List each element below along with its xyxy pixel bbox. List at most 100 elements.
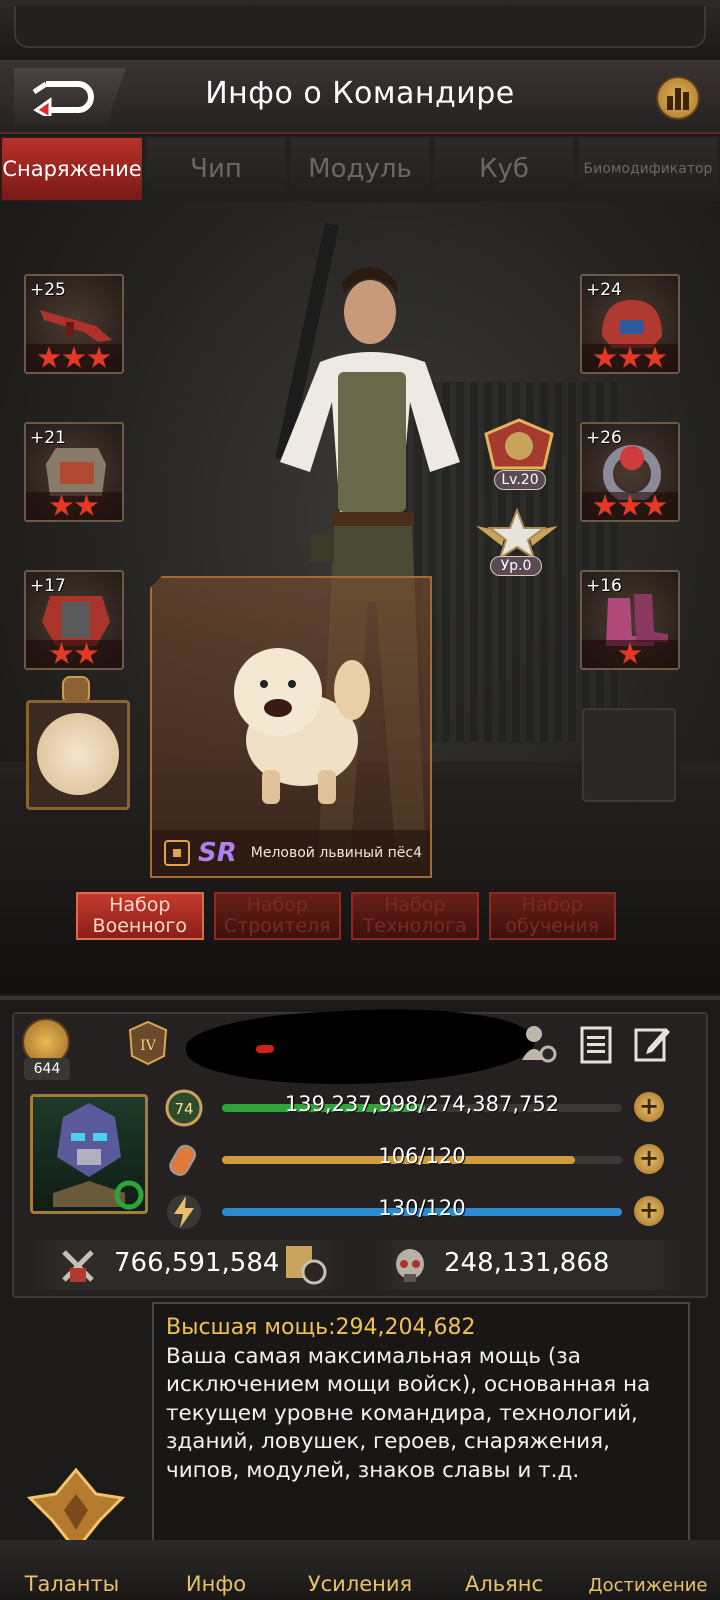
pet-info-row: SR Меловой львиный пёс4 xyxy=(152,830,430,876)
nav-alliance[interactable]: Альянс xyxy=(432,1572,576,1596)
energy-text: 130/120 xyxy=(378,1196,466,1220)
nav-info[interactable]: Инфо xyxy=(144,1572,288,1596)
kills-display: 248,131,868 xyxy=(370,1240,686,1290)
add-stamina-button[interactable]: + xyxy=(634,1144,664,1174)
experience-text: 139,237,998/274,387,752 xyxy=(284,1092,560,1116)
skull-mask-icon xyxy=(396,1249,424,1282)
star-icon xyxy=(87,346,111,368)
equipment-set-selector: Набор Военного Набор Строителя Набор Тех… xyxy=(76,892,616,942)
crossed-swords-icon xyxy=(62,1250,94,1282)
rank-shield-icon: IV xyxy=(128,1020,168,1066)
tab-cube[interactable]: Куб xyxy=(434,138,574,200)
star-icon xyxy=(593,494,617,516)
stamina-bar: 106/120 + xyxy=(160,1140,670,1180)
energy-lightning-icon xyxy=(167,1195,201,1229)
gear-level: +24 xyxy=(586,280,622,300)
add-energy-button[interactable]: + xyxy=(634,1196,664,1226)
star-icon xyxy=(74,642,99,664)
energy-bar: 130/120 + xyxy=(160,1192,670,1232)
edit-icon[interactable] xyxy=(632,1024,672,1064)
rifle-icon xyxy=(40,310,112,342)
tab-bar: Снаряжение Чип Модуль Куб Биомодификатор xyxy=(0,136,720,202)
gear-slot-helmet[interactable]: +24 xyxy=(580,274,680,374)
profile-settings-icon[interactable] xyxy=(520,1024,560,1064)
header-bar: Инфо о Командире xyxy=(0,62,720,134)
star-rating xyxy=(26,492,122,520)
pet-slot[interactable] xyxy=(26,700,130,810)
top-frame xyxy=(0,0,720,62)
gear-slot-body-armor[interactable]: +17 xyxy=(24,570,124,670)
tab-equipment[interactable]: Снаряжение xyxy=(2,138,142,200)
expand-icon[interactable] xyxy=(164,840,190,866)
power-details-icon[interactable] xyxy=(282,1242,328,1286)
star-icon xyxy=(593,346,617,368)
gear-level: +21 xyxy=(30,428,66,448)
chow-chow-dog-image xyxy=(234,648,370,804)
rank-level-badge[interactable]: Ур.0 xyxy=(472,506,562,582)
chow-chow-portrait xyxy=(37,713,119,795)
experience-bar: 74 139,237,998/274,387,752 + xyxy=(160,1088,670,1128)
stamina-text: 106/120 xyxy=(378,1144,466,1168)
star-icon xyxy=(643,346,667,368)
star-icon xyxy=(618,346,642,368)
back-arrow-icon xyxy=(32,81,94,116)
gear-slot-weapon[interactable]: +25 xyxy=(24,274,124,374)
star-icon xyxy=(49,642,74,664)
back-button[interactable] xyxy=(14,68,126,126)
like-count: 644 xyxy=(24,1058,70,1080)
star-rating xyxy=(582,640,678,668)
gear-level-label: Lv.20 xyxy=(494,470,546,490)
tab-module[interactable]: Модуль xyxy=(290,138,430,200)
power-display: 766,591,584 xyxy=(30,1240,346,1290)
stats-chart-button[interactable] xyxy=(656,76,700,120)
document-list-icon[interactable] xyxy=(576,1024,616,1064)
nav-boosts[interactable]: Усиления xyxy=(288,1572,432,1596)
set-button-military[interactable]: Набор Военного xyxy=(76,892,204,940)
gear-slot-ring[interactable]: +26 xyxy=(580,422,680,522)
kills-value: 248,131,868 xyxy=(444,1248,610,1278)
pet-detail-card[interactable]: SR Меловой львиный пёс4 xyxy=(150,576,432,878)
empty-gear-slot[interactable] xyxy=(582,708,676,802)
stamina-icon xyxy=(169,1144,197,1176)
bar-chart-icon xyxy=(667,88,689,110)
level-number: 74 xyxy=(174,1100,193,1118)
star-icon xyxy=(37,346,61,368)
star-icon xyxy=(618,494,642,516)
set-button-training[interactable]: Набор обучения xyxy=(488,892,616,940)
rank-roman: IV xyxy=(140,1038,157,1054)
robot-portrait-icon xyxy=(53,1103,144,1210)
gear-level: +26 xyxy=(586,428,622,448)
star-icon xyxy=(618,642,642,664)
star-icon xyxy=(643,494,667,516)
gear-level-badge[interactable]: Lv.20 xyxy=(480,418,558,490)
star-icon xyxy=(49,494,74,516)
power-tooltip: Высшая мощь:294,204,682 Ваша самая макси… xyxy=(152,1302,690,1542)
trophy-badge-icon xyxy=(484,418,554,470)
gear-level: +16 xyxy=(586,576,622,596)
tooltip-heading: Высшая мощь:294,204,682 xyxy=(166,1315,476,1340)
commander-avatar[interactable] xyxy=(30,1094,148,1214)
rank-level-label: Ур.0 xyxy=(490,556,542,576)
tab-biomodifier[interactable]: Биомодификатор xyxy=(578,138,718,200)
add-experience-button[interactable]: + xyxy=(634,1092,664,1122)
rarity-label: SR xyxy=(198,838,237,868)
nav-talents[interactable]: Таланты xyxy=(0,1572,144,1596)
gear-level: +17 xyxy=(30,576,66,596)
bottom-navigation: Таланты Инфо Усиления Альянс Достижение xyxy=(0,1540,720,1600)
star-rating xyxy=(582,344,678,372)
gear-level: +25 xyxy=(30,280,66,300)
power-value: 766,591,584 xyxy=(114,1248,280,1278)
set-button-builder[interactable]: Набор Строителя xyxy=(213,892,341,940)
level-badge-icon: 74 xyxy=(165,1089,203,1127)
gear-slot-boots[interactable]: +16 xyxy=(580,570,680,670)
set-button-technologist[interactable]: Набор Технолога xyxy=(351,892,479,940)
page-title: Инфо о Командире xyxy=(205,76,515,111)
star-rating xyxy=(26,640,122,668)
gear-slot-armor-plate[interactable]: +21 xyxy=(24,422,124,522)
star-icon xyxy=(74,494,99,516)
star-rating xyxy=(26,344,122,372)
star-rating xyxy=(582,492,678,520)
tab-chip[interactable]: Чип xyxy=(146,138,286,200)
tooltip-body: Ваша самая максимальная мощь (за исключе… xyxy=(166,1343,651,1483)
nav-achievement[interactable]: Достижение xyxy=(576,1575,720,1596)
